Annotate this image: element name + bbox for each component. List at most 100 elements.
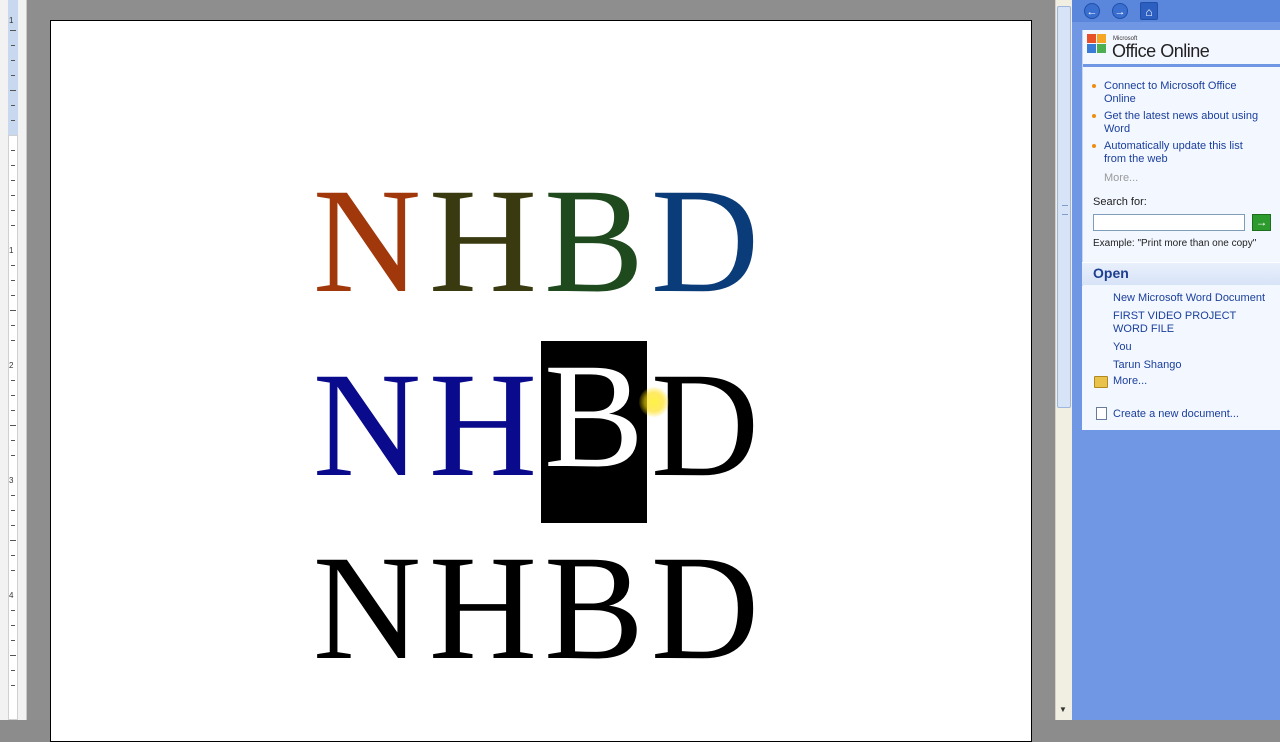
letter[interactable]: D [647, 350, 763, 500]
ruler-tick [11, 440, 15, 441]
create-new-document-link[interactable]: Create a new document... [1113, 408, 1273, 421]
ruler-tick [10, 30, 16, 31]
ruler-tick [10, 310, 16, 311]
ruler-tick [11, 210, 15, 211]
home-icon[interactable]: ⌂ [1140, 2, 1158, 20]
link-latest-news[interactable]: Get the latest news about using Word [1104, 110, 1264, 136]
ruler-tick [11, 455, 15, 456]
recent-doc-link[interactable]: New Microsoft Word Document [1113, 292, 1273, 305]
ruler-tick [11, 325, 15, 326]
ruler-tick [11, 555, 15, 556]
ruler-tick [11, 395, 15, 396]
text-line-1[interactable]: NHBD [309, 166, 763, 316]
ruler-tick [11, 340, 15, 341]
logo-square [1087, 44, 1096, 53]
ruler-tick [11, 150, 15, 151]
ruler-tick [11, 640, 15, 641]
bullet-icon [1092, 144, 1096, 148]
logo-office-online-text: Office Online [1112, 41, 1210, 61]
folder-icon [1094, 376, 1108, 388]
ruler-tick [11, 525, 15, 526]
ruler-tick [11, 685, 15, 686]
link-auto-update[interactable]: Automatically update this list from the … [1104, 140, 1264, 166]
link-connect-office-online[interactable]: Connect to Microsoft Office Online [1104, 80, 1264, 106]
mouse-cursor-highlight [639, 387, 669, 417]
vertical-scrollbar[interactable]: ▼ [1055, 0, 1072, 720]
forward-arrow-icon[interactable]: → [1112, 3, 1128, 19]
letter[interactable]: D [647, 533, 763, 683]
ruler-number: 4 [9, 591, 14, 600]
bullet-icon [1092, 114, 1096, 118]
ruler-number: 3 [9, 476, 14, 485]
divider [1083, 64, 1280, 67]
letter[interactable]: B [541, 166, 647, 316]
scrollbar-grip [1062, 205, 1068, 215]
ruler-tick [11, 670, 15, 671]
letter[interactable]: N [309, 533, 425, 683]
recent-doc-link[interactable]: You [1113, 341, 1273, 354]
more-link[interactable]: More... [1104, 172, 1138, 184]
ruler-tick [11, 180, 15, 181]
letter[interactable]: B [541, 533, 647, 683]
vertical-ruler: 1 1 2 3 4 [0, 0, 27, 720]
ruler-tick [11, 60, 15, 61]
text-line-2[interactable]: NHBD [309, 341, 763, 523]
ruler-tick [10, 540, 16, 541]
open-section: New Microsoft Word Document FIRST VIDEO … [1082, 286, 1280, 430]
ruler-number: 1 [9, 246, 14, 255]
open-more-link[interactable]: More... [1113, 375, 1273, 388]
task-pane-nav: ← → ⌂ [1072, 0, 1280, 22]
ruler-tick [11, 625, 15, 626]
letter[interactable]: N [309, 166, 425, 316]
logo-square [1097, 44, 1106, 53]
document-area[interactable]: NHBD NHBD NHBD [27, 0, 1055, 742]
ruler-tick [10, 90, 16, 91]
logo-square [1087, 34, 1096, 43]
new-document-icon [1096, 407, 1107, 420]
ruler-tick [11, 120, 15, 121]
ruler-tick [11, 510, 15, 511]
selected-letter[interactable]: B [541, 341, 647, 523]
ruler-tick [11, 165, 15, 166]
open-section-header[interactable]: Open [1082, 262, 1280, 285]
ruler-tick [11, 280, 15, 281]
letter[interactable]: H [425, 350, 541, 500]
ruler-tick [10, 425, 16, 426]
search-go-arrow-icon[interactable]: → [1252, 214, 1271, 231]
ruler-tick [11, 195, 15, 196]
ruler-number: 2 [9, 361, 14, 370]
letter[interactable]: N [309, 350, 425, 500]
task-pane: ← → ⌂ Microsoft Office Online Connect to… [1072, 0, 1280, 720]
back-arrow-icon[interactable]: ← [1084, 3, 1100, 19]
letter[interactable]: H [425, 533, 541, 683]
search-input[interactable] [1093, 214, 1245, 231]
ruler-tick [10, 655, 16, 656]
search-label: Search for: [1093, 196, 1147, 208]
search-example-text: Example: "Print more than one copy" [1093, 238, 1257, 249]
ruler-tick [11, 265, 15, 266]
document-page[interactable]: NHBD NHBD NHBD [50, 20, 1032, 742]
ruler-tick [11, 225, 15, 226]
ruler-tick [11, 75, 15, 76]
ruler-tick [11, 570, 15, 571]
ruler-tick [11, 610, 15, 611]
scroll-down-arrow-icon[interactable]: ▼ [1059, 705, 1067, 714]
ruler-tick [11, 105, 15, 106]
ruler-text-band [8, 135, 18, 720]
ruler-tick [11, 380, 15, 381]
recent-doc-link[interactable]: FIRST VIDEO PROJECT WORD FILE [1113, 310, 1273, 336]
text-line-3[interactable]: NHBD [309, 533, 763, 683]
ruler-tick [11, 410, 15, 411]
ruler-tick [11, 295, 15, 296]
open-section-title: Open [1093, 265, 1129, 281]
letter[interactable]: D [647, 166, 763, 316]
office-logo-icon [1087, 34, 1109, 58]
ruler-tick [11, 45, 15, 46]
letter[interactable]: H [425, 166, 541, 316]
ruler-tick [11, 495, 15, 496]
scrollbar-thumb[interactable] [1057, 6, 1071, 408]
office-online-logo: Microsoft Office Online [1087, 32, 1277, 62]
logo-square [1097, 34, 1106, 43]
bullet-icon [1092, 84, 1096, 88]
recent-doc-link[interactable]: Tarun Shango [1113, 359, 1273, 372]
